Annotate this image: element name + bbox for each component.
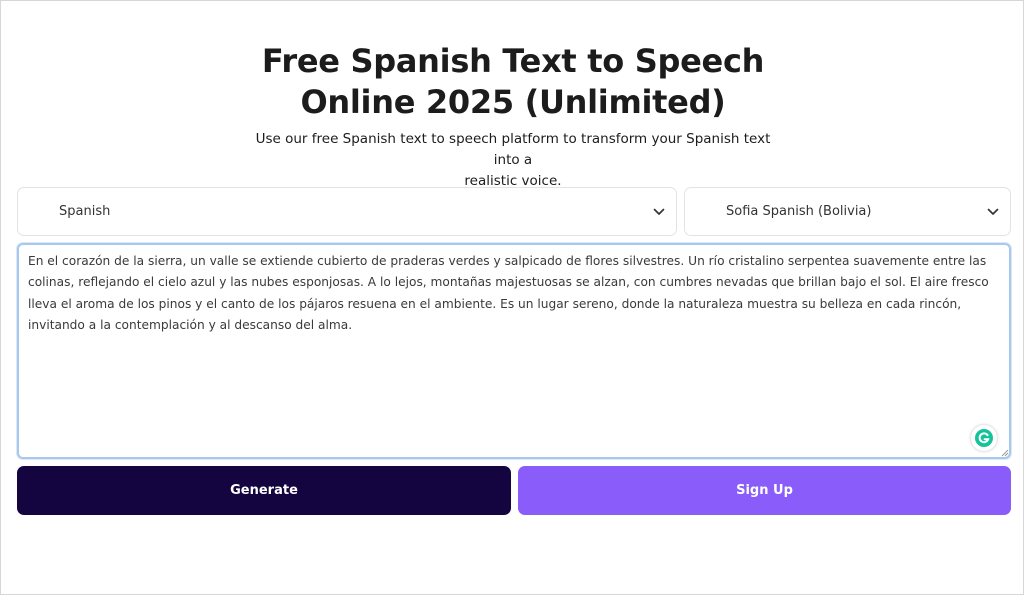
signup-button-label: Sign Up bbox=[736, 483, 793, 498]
subtitle-line-1: Use our free Spanish text to speech plat… bbox=[255, 131, 771, 168]
grammarly-icon[interactable] bbox=[971, 425, 997, 451]
resize-handle-icon[interactable] bbox=[999, 447, 1009, 457]
language-select-value: Spanish bbox=[59, 204, 111, 219]
generate-button[interactable]: Generate bbox=[17, 466, 511, 515]
voice-select[interactable]: Sofia Spanish (Bolivia) bbox=[684, 187, 1011, 236]
page-frame: Free Spanish Text to Speech Online 2025 … bbox=[0, 0, 1024, 595]
text-input-value: En el corazón de la sierra, un valle se … bbox=[28, 254, 989, 332]
page-subtitle: Use our free Spanish text to speech plat… bbox=[241, 129, 785, 192]
generate-button-label: Generate bbox=[230, 483, 298, 498]
signup-button[interactable]: Sign Up bbox=[518, 466, 1011, 515]
title-line-2: Online 2025 (Unlimited) bbox=[300, 83, 726, 121]
chevron-down-icon bbox=[976, 187, 1010, 236]
page-title: Free Spanish Text to Speech Online 2025 … bbox=[1, 41, 1024, 123]
language-select[interactable]: Spanish bbox=[17, 187, 677, 236]
title-line-1: Free Spanish Text to Speech bbox=[261, 42, 765, 80]
text-input[interactable]: En el corazón de la sierra, un valle se … bbox=[17, 243, 1011, 459]
voice-select-value: Sofia Spanish (Bolivia) bbox=[726, 204, 872, 219]
chevron-down-icon bbox=[642, 187, 676, 236]
